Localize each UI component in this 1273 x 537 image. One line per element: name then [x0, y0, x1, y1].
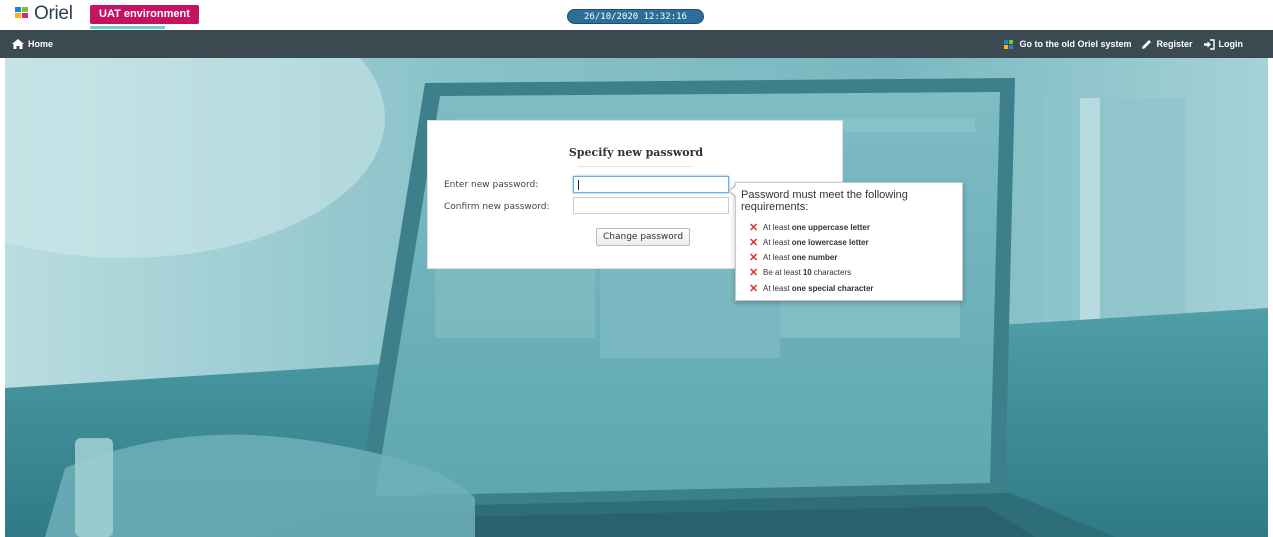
- old-system-link[interactable]: Go to the old Oriel system: [1004, 39, 1131, 49]
- panel-title: Specify new password: [568, 146, 704, 159]
- logo-text: Oriel: [34, 3, 73, 24]
- oriel-logo-icon: [15, 7, 31, 21]
- password-requirements-tooltip: Password must meet the following require…: [735, 182, 963, 301]
- home-icon: [12, 39, 24, 49]
- nav-right-links: Go to the old Oriel system Register Logi…: [994, 30, 1243, 58]
- new-password-input[interactable]: [573, 176, 729, 193]
- requirement-item: ✕ Be at least 10 characters: [749, 266, 852, 279]
- change-password-button[interactable]: Change password: [596, 228, 691, 246]
- sign-in-icon: [1203, 38, 1215, 50]
- requirement-item: ✕ At least one number: [749, 251, 838, 264]
- cross-icon: ✕: [749, 251, 759, 264]
- nav-home-label: Home: [28, 39, 54, 49]
- requirements-title: Password must meet the following require…: [741, 189, 908, 213]
- cross-icon: ✕: [749, 282, 759, 295]
- old-system-label: Go to the old Oriel system: [1019, 39, 1132, 49]
- title-divider: [578, 166, 693, 167]
- requirement-item: ✕ At least one uppercase letter: [749, 221, 870, 234]
- nav-home-link[interactable]: Home: [12, 30, 53, 58]
- top-header: Oriel UAT environment 26/10/2020 12:32:1…: [0, 0, 1273, 30]
- requirement-item: ✕ At least one lowercase letter: [749, 236, 869, 249]
- cross-icon: ✕: [749, 236, 759, 249]
- new-password-label: Enter new password:: [444, 180, 539, 190]
- tooltip-arrow-inner: [730, 185, 737, 197]
- main-navbar: Home Go to the old Oriel system Register…: [0, 30, 1273, 58]
- cross-icon: ✕: [749, 221, 759, 234]
- login-link[interactable]: Login: [1203, 38, 1244, 50]
- oriel-logo[interactable]: Oriel: [15, 3, 73, 25]
- server-clock: 26/10/2020 12:32:16: [567, 9, 704, 24]
- text-caret: [578, 180, 579, 190]
- pencil-icon: [1142, 39, 1152, 49]
- cross-icon: ✕: [749, 266, 759, 279]
- login-label: Login: [1218, 39, 1244, 49]
- confirm-password-input[interactable]: [573, 197, 729, 214]
- environment-underline: [90, 26, 165, 29]
- oriel-squares-icon: [1004, 39, 1014, 49]
- register-link[interactable]: Register: [1141, 39, 1193, 50]
- environment-badge: UAT environment: [90, 5, 199, 24]
- confirm-password-label: Confirm new password:: [444, 202, 550, 212]
- requirement-item: ✕ At least one special character: [749, 282, 874, 295]
- register-label: Register: [1156, 39, 1193, 49]
